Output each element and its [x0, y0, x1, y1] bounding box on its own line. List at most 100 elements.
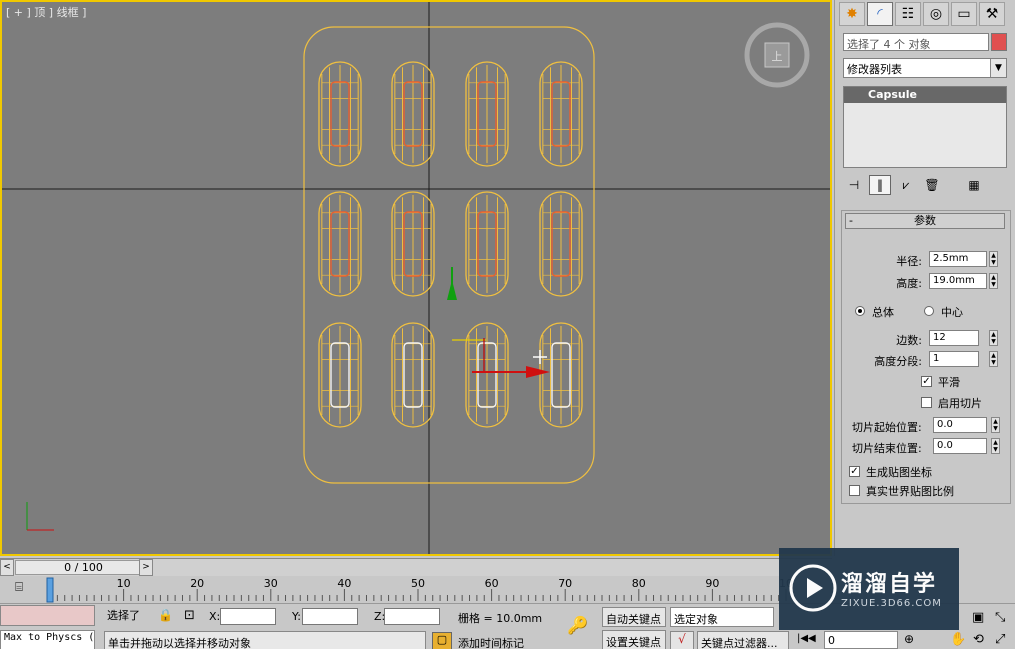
track-bar[interactable]: 010203040506070809010 ⌸ [0, 577, 832, 603]
create-tab[interactable]: ✸ [839, 2, 865, 26]
slice-from-field[interactable]: 0.0 [933, 417, 987, 433]
viewport-label[interactable]: [ + ] 顶 ] 线框 ] [6, 4, 86, 20]
show-end-result-button[interactable]: ‖ [869, 175, 891, 195]
zoom-icon[interactable]: ⊕ [904, 632, 914, 646]
time-prev-button[interactable]: < [0, 559, 14, 576]
motion-tab[interactable]: ◎ [923, 2, 949, 26]
capsule-object[interactable] [318, 191, 362, 297]
capsule-object[interactable] [539, 322, 583, 428]
add-time-tag[interactable]: 添加时间标记 [455, 632, 551, 649]
current-frame-marker[interactable] [46, 577, 54, 603]
slice-on-checkbox[interactable] [921, 397, 932, 408]
modifier-list-dropdown[interactable]: 修改器列表 ▼ [843, 58, 1007, 78]
smooth-checkbox[interactable]: ✓ [921, 376, 932, 387]
ruler-tick-label: 40 [337, 577, 351, 590]
orbit-icon[interactable]: ⟲ [973, 632, 984, 647]
key-selection-dropdown[interactable]: 选定对象 [670, 607, 774, 627]
track-bar-icon[interactable]: ⌸ [8, 580, 30, 598]
time-next-button[interactable]: > [139, 559, 153, 576]
watermark: 溜溜自学 ZIXUE.3D66.COM [779, 548, 959, 630]
modifier-stack[interactable]: Capsule [843, 86, 1007, 168]
configure-sets-button[interactable]: ▦ [963, 175, 985, 195]
capsule-object[interactable] [465, 322, 509, 428]
capsule-object[interactable] [539, 61, 583, 167]
sides-spinner[interactable]: ▲ ▼ [989, 330, 998, 346]
zoom-extents-icon[interactable]: ▣ [972, 610, 984, 625]
object-color-swatch[interactable] [991, 33, 1007, 51]
pan-icon[interactable]: ✋ [950, 632, 966, 647]
collapse-icon: - [849, 214, 853, 227]
pin-stack-button[interactable]: ⊣ [843, 175, 865, 195]
capsule-object[interactable] [539, 191, 583, 297]
capsule-object[interactable] [391, 191, 435, 297]
radius-spinner[interactable]: ▲ ▼ [989, 251, 998, 267]
gen-map-coords-checkbox[interactable]: ✓ [849, 466, 860, 477]
maxscript-mini-listener[interactable]: Max to Physcs ( [0, 630, 95, 649]
make-unique-button[interactable]: ⩗ [895, 175, 917, 195]
remove-modifier-button[interactable]: 🗑 [921, 175, 943, 195]
pin-icon: ⊣ [848, 178, 860, 192]
height-label: 高度: [896, 277, 922, 290]
lock-icon[interactable]: 🔒 [158, 608, 173, 622]
slice-from-spinner[interactable]: ▲ ▼ [991, 417, 1000, 433]
utilities-tab[interactable]: ⚒ [979, 2, 1005, 26]
time-slider-bar: < 0 / 100 > [0, 558, 832, 576]
overall-radio[interactable] [855, 306, 865, 316]
capsule-object[interactable] [318, 61, 362, 167]
auto-key-button[interactable]: 自动关键点 [602, 607, 666, 627]
viewcube-label: 上 [772, 50, 783, 63]
configure-icon: ▦ [968, 178, 980, 192]
center-radio[interactable] [924, 306, 934, 316]
hierarchy-tab[interactable]: ☷ [895, 2, 921, 26]
capsule-object[interactable] [465, 61, 509, 167]
transform-mode-icon[interactable]: ⊡ [184, 608, 195, 623]
height-segments-spinner[interactable]: ▲ ▼ [989, 351, 998, 367]
stack-item-capsule[interactable]: Capsule [844, 87, 1006, 103]
time-tag-icon[interactable]: ▢ [432, 632, 452, 649]
current-frame-field[interactable]: 0 [824, 631, 898, 649]
ruler-tick-label: 50 [411, 577, 425, 590]
time-slider[interactable]: 0 / 100 [15, 560, 152, 575]
sides-field[interactable]: 12 [929, 330, 979, 346]
radius-field[interactable]: 2.5mm [929, 251, 987, 267]
curve-editor-icon[interactable]: √ [670, 631, 694, 649]
ruler-tick-label: 60 [485, 577, 499, 590]
key-mode-icon[interactable]: 🔑 [558, 616, 598, 638]
x-coordinate-field[interactable] [220, 608, 276, 625]
modifier-list-label: 修改器列表 [847, 63, 902, 76]
command-panel-tabs: ✸ ◜ ☷ ◎ ▭ ⚒ [835, 0, 1015, 28]
set-key-button[interactable]: 设置关键点 [602, 630, 666, 649]
height-segments-field[interactable]: 1 [929, 351, 979, 367]
display-tab[interactable]: ▭ [951, 2, 977, 26]
slice-to-spinner[interactable]: ▲ ▼ [991, 438, 1000, 454]
height-spinner[interactable]: ▲ ▼ [989, 273, 998, 289]
end-result-icon: ‖ [877, 178, 883, 192]
capsule-object[interactable] [391, 61, 435, 167]
prompt-line: 单击并拖动以选择并移动对象 [104, 631, 426, 649]
z-coordinate-field[interactable] [384, 608, 440, 625]
chevron-down-icon[interactable]: ▼ [990, 59, 1006, 77]
ruler-tick-label: 20 [190, 577, 204, 590]
parameters-rollout-header[interactable]: - 参数 [845, 213, 1005, 229]
capsule-object[interactable] [391, 322, 435, 428]
y-coordinate-field[interactable] [302, 608, 358, 625]
watermark-subtitle: ZIXUE.3D66.COM [841, 598, 942, 609]
viewport-canvas[interactable]: 上 [2, 2, 830, 554]
perspective-viewport[interactable]: 上 [ + ] 顶 ] 线框 ] [0, 0, 832, 556]
display-icon: ▭ [957, 6, 971, 22]
modify-tab[interactable]: ◜ [867, 2, 893, 26]
capsule-object[interactable] [318, 322, 362, 428]
key-filters-button[interactable]: 关键点过滤器... [697, 631, 789, 649]
ruler-tick-label: 70 [558, 577, 572, 590]
selection-name-field[interactable]: 选择了 4 个 对象 [843, 33, 989, 51]
create-icon: ✸ [846, 6, 858, 22]
watermark-title: 溜溜自学 [841, 572, 938, 597]
maximize-viewport-icon[interactable]: ⤢ [995, 632, 1005, 647]
goto-start-icon[interactable]: |◀◀ [797, 633, 816, 644]
real-world-map-checkbox[interactable] [849, 485, 860, 496]
height-field[interactable]: 19.0mm [929, 273, 987, 289]
maxscript-listener[interactable] [0, 605, 95, 626]
slice-to-field[interactable]: 0.0 [933, 438, 987, 454]
field-of-view-icon[interactable]: ⤡ [995, 610, 1005, 625]
capsule-object[interactable] [465, 191, 509, 297]
